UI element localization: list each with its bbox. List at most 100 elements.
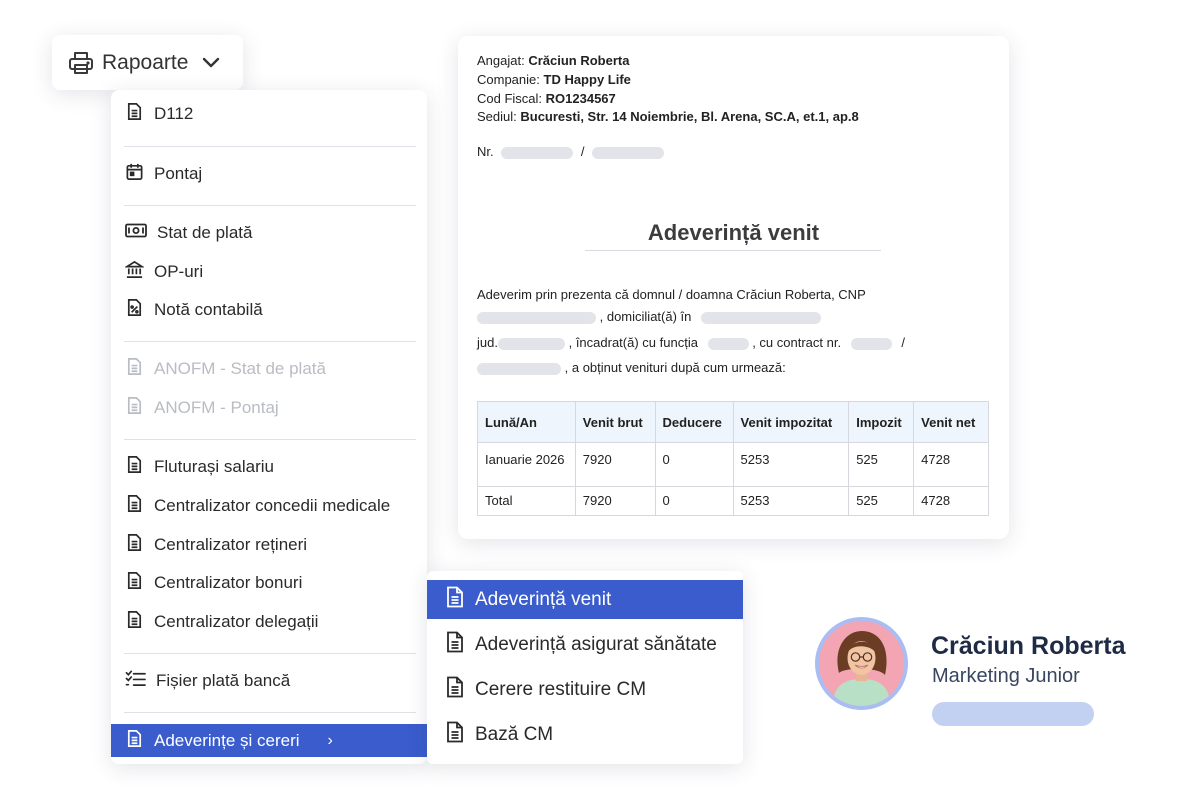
table-cell: 5253 bbox=[732, 486, 850, 516]
table-cell: 4728 bbox=[913, 486, 989, 516]
redacted-placeholder bbox=[701, 311, 821, 324]
divider bbox=[124, 205, 416, 206]
table-header-row: Lună/An Venit brut Deducere Venit impozi… bbox=[477, 401, 989, 443]
reports-menu: D112 Pontaj Stat de plată OP-uri Notă co… bbox=[111, 90, 427, 764]
table-header-cell: Lună/An bbox=[477, 401, 576, 443]
doc-cod-fiscal-label: Cod Fiscal: bbox=[477, 91, 543, 106]
doc-sediul-value: Bucuresti, Str. 14 Noiembrie, Bl. Arena,… bbox=[520, 109, 859, 124]
table-cell: Ianuarie 2026 bbox=[477, 442, 576, 487]
menu-item-label: Pontaj bbox=[154, 164, 203, 183]
submenu-item-adeverinta-venit[interactable]: Adeverință venit bbox=[427, 580, 743, 619]
chevron-down-icon bbox=[202, 57, 220, 69]
doc-incadrat-text: , încadrat(ă) cu funcția bbox=[568, 335, 698, 350]
table-cell: 525 bbox=[848, 486, 915, 516]
menu-item-label: Adeverințe și cereri bbox=[154, 730, 300, 750]
menu-item-label: Fișier plată bancă bbox=[156, 671, 291, 690]
menu-item-centralizator-concedii-medicale[interactable]: Centralizator concedii medicale bbox=[111, 489, 427, 523]
menu-item-nota-contabila[interactable]: Notă contabilă bbox=[111, 293, 427, 327]
avatar bbox=[815, 617, 908, 710]
profile-placeholder-pill bbox=[932, 702, 1094, 726]
menu-item-centralizator-retineri[interactable]: Centralizator rețineri bbox=[111, 528, 427, 562]
menu-item-centralizator-bonuri[interactable]: Centralizator bonuri bbox=[111, 566, 427, 600]
doc-angajat-value: Crăciun Roberta bbox=[528, 53, 630, 68]
menu-item-pontaj[interactable]: Pontaj bbox=[111, 157, 427, 191]
profile-name: Crăciun Roberta bbox=[931, 632, 1126, 660]
document-icon bbox=[125, 357, 144, 381]
redacted-placeholder bbox=[501, 146, 574, 159]
doc-companie-value: TD Happy Life bbox=[543, 72, 631, 87]
doc-nr-label: Nr. bbox=[477, 144, 494, 159]
doc-body-line1: Adeverim prin prezenta că domnul / doamn… bbox=[477, 287, 866, 302]
doc-domiciliat-text: , domiciliat(ă) în bbox=[599, 309, 692, 324]
menu-item-label: Centralizator delegații bbox=[154, 612, 319, 631]
document-icon bbox=[445, 631, 465, 659]
doc-angajat-label: Angajat: bbox=[477, 53, 525, 68]
document-icon bbox=[125, 494, 144, 518]
doc-companie: Companie: TD Happy Life bbox=[477, 72, 631, 87]
menu-item-label: Notă contabilă bbox=[154, 300, 263, 319]
printer-icon bbox=[68, 51, 94, 75]
table-cell: Total bbox=[477, 486, 576, 516]
menu-item-fisier-plata-banca[interactable]: Fișier plată bancă bbox=[111, 664, 427, 698]
chevron-right-icon: › bbox=[327, 731, 333, 749]
redacted-placeholder bbox=[477, 311, 596, 324]
menu-item-label: Centralizator bonuri bbox=[154, 573, 303, 592]
table-cell: 5253 bbox=[732, 442, 850, 487]
doc-cod-fiscal: Cod Fiscal: RO1234567 bbox=[477, 91, 616, 106]
menu-item-label: Fluturași salariu bbox=[154, 457, 274, 476]
profile-role: Marketing Junior bbox=[932, 665, 1080, 687]
menu-item-label: D112 bbox=[154, 104, 194, 123]
document-icon bbox=[125, 396, 144, 420]
money-icon bbox=[125, 221, 147, 245]
menu-item-label: ANOFM - Stat de plată bbox=[154, 359, 326, 378]
table-row: Ianuarie 2026 7920 0 5253 525 4728 bbox=[477, 442, 989, 487]
menu-item-anofm-stat-de-plata: ANOFM - Stat de plată bbox=[111, 352, 427, 386]
table-cell: 4728 bbox=[913, 442, 989, 487]
document-icon bbox=[445, 721, 465, 749]
menu-item-fluturasi-salariu[interactable]: Fluturași salariu bbox=[111, 450, 427, 484]
divider bbox=[124, 341, 416, 342]
percent-document-icon bbox=[125, 298, 144, 322]
redacted-placeholder bbox=[477, 362, 561, 375]
title-underline bbox=[585, 250, 881, 251]
menu-item-adeverinte-si-cereri[interactable]: Adeverințe și cereri › bbox=[111, 724, 427, 757]
document-icon bbox=[125, 729, 144, 753]
submenu-item-label: Adeverință asigurat sănătate bbox=[475, 634, 717, 655]
doc-body-line4: , a obținut venituri după cum urmează: bbox=[477, 360, 786, 375]
table-header-cell: Venit net bbox=[913, 401, 989, 443]
menu-item-label: Centralizator concedii medicale bbox=[154, 496, 391, 515]
table-header-cell: Venit brut bbox=[574, 401, 656, 443]
menu-item-label: ANOFM - Pontaj bbox=[154, 398, 279, 417]
divider bbox=[124, 439, 416, 440]
doc-angajat: Angajat: Crăciun Roberta bbox=[477, 53, 629, 68]
doc-cod-fiscal-value: RO1234567 bbox=[545, 91, 616, 106]
table-cell: 7920 bbox=[574, 442, 656, 487]
doc-nr-separator: / bbox=[580, 144, 585, 159]
submenu-item-label: Cerere restituire CM bbox=[475, 679, 647, 700]
submenu-item-label: Bază CM bbox=[475, 724, 554, 745]
doc-body-line3: jud. , încadrat(ă) cu funcția , cu contr… bbox=[477, 335, 905, 350]
doc-sediul-label: Sediul: bbox=[477, 109, 517, 124]
menu-item-label: Centralizator rețineri bbox=[154, 535, 308, 554]
income-table: Lună/An Venit brut Deducere Venit impozi… bbox=[477, 401, 989, 516]
submenu-item-baza-cm[interactable]: Bază CM bbox=[427, 715, 743, 755]
document-icon bbox=[125, 102, 144, 126]
redacted-placeholder bbox=[850, 337, 892, 350]
submenu-item-cerere-restituire-cm[interactable]: Cerere restituire CM bbox=[427, 670, 743, 710]
document-title: Adeverință venit bbox=[647, 220, 820, 245]
submenu-item-adeverinta-asigurat-sanatate[interactable]: Adeverință asigurat sănătate bbox=[427, 625, 743, 665]
doc-jud-text: jud. bbox=[477, 335, 498, 350]
rapoarte-dropdown-button[interactable]: Rapoarte bbox=[52, 35, 243, 90]
redacted-placeholder bbox=[707, 337, 749, 350]
redacted-placeholder bbox=[592, 146, 665, 159]
adeverinte-submenu: Adeverință venit Adeverință asigurat săn… bbox=[427, 571, 743, 764]
menu-item-op-uri[interactable]: OP-uri bbox=[111, 255, 427, 289]
redacted-placeholder bbox=[497, 337, 565, 350]
doc-nr-line: Nr. / bbox=[477, 144, 665, 159]
menu-item-d112[interactable]: D112 bbox=[111, 97, 427, 131]
table-cell: 525 bbox=[848, 442, 915, 487]
doc-slash-text: / bbox=[901, 335, 905, 350]
menu-item-stat-de-plata[interactable]: Stat de plată bbox=[111, 216, 427, 250]
table-header-cell: Impozit bbox=[848, 401, 915, 443]
menu-item-centralizator-delegatii[interactable]: Centralizator delegații bbox=[111, 605, 427, 639]
